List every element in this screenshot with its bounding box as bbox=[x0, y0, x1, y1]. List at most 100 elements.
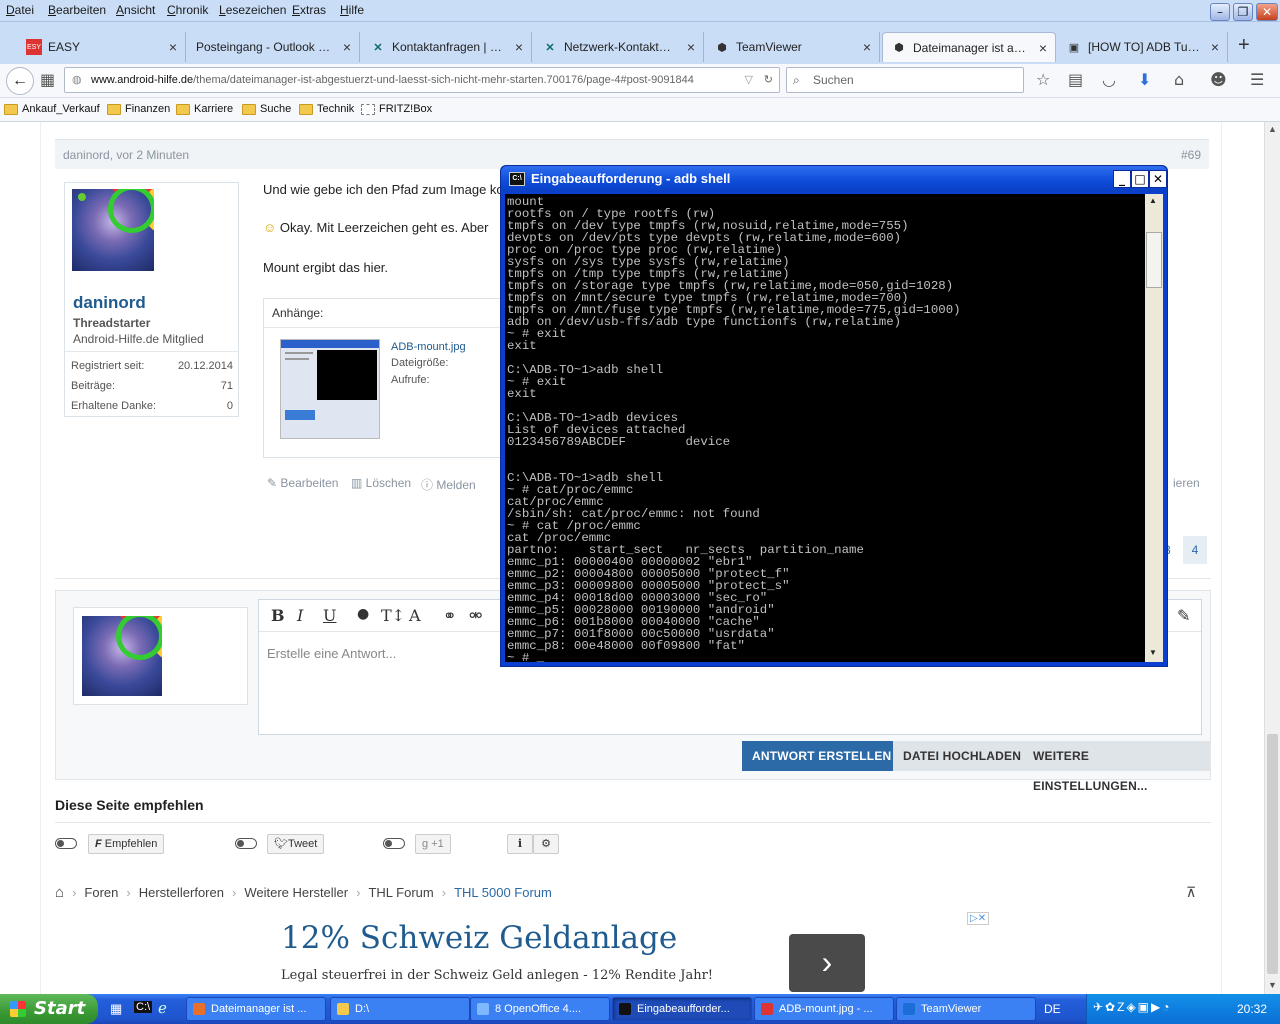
breadcrumb-item[interactable]: Herstellerforen bbox=[139, 885, 224, 900]
unlink-icon[interactable]: ⚮ bbox=[469, 606, 482, 625]
search-input[interactable]: ⌕ Suchen bbox=[786, 67, 1024, 93]
taskbar-task[interactable]: D:\ bbox=[330, 997, 470, 1021]
download-icon[interactable]: ⬇ bbox=[1138, 70, 1151, 89]
ad-title[interactable]: 12% Schweiz Geldanlage bbox=[281, 920, 677, 956]
bookmark-technik[interactable]: Technik bbox=[299, 103, 354, 115]
tab-close-icon[interactable]: × bbox=[169, 39, 177, 55]
breadcrumb-item-current[interactable]: THL 5000 Forum bbox=[454, 885, 552, 900]
italic-icon[interactable]: I bbox=[297, 606, 303, 625]
reading-list-icon[interactable]: ▤ bbox=[1068, 70, 1083, 89]
taskbar-task[interactable]: TeamViewer bbox=[896, 997, 1036, 1021]
back-icon[interactable]: ← bbox=[6, 67, 34, 95]
console-output[interactable]: mount rootfs on / type rootfs (rw) tmpfs o… bbox=[505, 194, 1145, 662]
breadcrumb-item[interactable]: Foren bbox=[84, 885, 118, 900]
language-indicator[interactable]: DE bbox=[1044, 1002, 1061, 1016]
taskbar-task[interactable]: 8 OpenOffice 4.... bbox=[470, 997, 610, 1021]
cmd-window[interactable]: C:\ Eingabeaufforderung - adb shell _ □ … bbox=[500, 165, 1168, 667]
home-icon[interactable]: ⌂ bbox=[1174, 70, 1184, 89]
scroll-up-icon[interactable]: ▲ bbox=[1268, 124, 1277, 134]
post-reply-button[interactable]: ANTWORT ERSTELLEN bbox=[742, 741, 902, 771]
tab-close-icon[interactable]: × bbox=[1211, 39, 1219, 55]
upload-file-button[interactable]: DATEI HOCHLADEN bbox=[893, 741, 1032, 771]
post-number[interactable]: #69 bbox=[1181, 148, 1201, 162]
text-color-icon[interactable]: ● bbox=[357, 606, 369, 622]
twitter-toggle[interactable] bbox=[235, 838, 257, 849]
gplus-toggle[interactable] bbox=[383, 838, 405, 849]
bookmark-ankauf[interactable]: Ankauf_Verkauf bbox=[4, 103, 100, 115]
advertisement[interactable]: 12% Schweiz Geldanlage Legal steuerfrei … bbox=[281, 912, 1001, 994]
ad-next-arrow-icon[interactable]: › bbox=[789, 934, 865, 992]
bookmark-finanzen[interactable]: Finanzen bbox=[107, 103, 170, 115]
underline-icon[interactable]: U bbox=[323, 606, 336, 625]
cmd-titlebar[interactable]: C:\ Eingabeaufforderung - adb shell _ □ … bbox=[501, 166, 1167, 192]
scroll-up-icon[interactable]: ▲ bbox=[1149, 196, 1157, 205]
url-dropdown-icon[interactable]: ▽ bbox=[740, 68, 753, 92]
menu-lesezeichen[interactable]: Lesezeichen bbox=[219, 3, 286, 17]
tab-close-icon[interactable]: × bbox=[343, 39, 351, 55]
hamburger-menu-icon[interactable]: ☰ bbox=[1250, 70, 1264, 89]
scroll-thumb[interactable] bbox=[1146, 232, 1162, 288]
tab-teamviewer[interactable]: ⬢ TeamViewer × bbox=[706, 32, 880, 62]
tab-close-icon[interactable]: × bbox=[1039, 40, 1047, 56]
font-size-icon[interactable]: T↕ bbox=[381, 606, 405, 625]
facebook-toggle[interactable] bbox=[55, 838, 77, 849]
username[interactable]: daninord bbox=[73, 293, 146, 313]
tray-icons[interactable]: ✈✿Z◈▣▶◔ bbox=[1093, 1000, 1171, 1014]
tab-adb-tutorial[interactable]: ▣ [HOW TO] ADB Tutori... × bbox=[1058, 32, 1228, 62]
tab-xing-network[interactable]: ✕ Netzwerk-Kontaktpart... × bbox=[534, 32, 704, 62]
delete-button[interactable]: ▥ Löschen bbox=[351, 476, 411, 490]
pocket-icon[interactable]: ◡ bbox=[1102, 70, 1116, 89]
cmd-quicklaunch-icon[interactable]: C:\ bbox=[134, 1001, 153, 1013]
breadcrumb-item[interactable]: THL Forum bbox=[368, 885, 433, 900]
settings-gear-icon[interactable]: ⚙ bbox=[533, 834, 559, 854]
tab-dateimanager[interactable]: ⬢ Dateimanager ist abg... × bbox=[882, 32, 1056, 62]
link-icon[interactable]: ⚭ bbox=[443, 606, 456, 625]
tab-easy[interactable]: ESY EASY × bbox=[18, 32, 186, 62]
show-desktop-icon[interactable]: ▦ bbox=[110, 1001, 122, 1017]
wrench-icon[interactable]: ✎ bbox=[1177, 606, 1190, 625]
cmd-minimize-icon[interactable]: _ bbox=[1113, 170, 1131, 188]
avatar[interactable] bbox=[72, 189, 154, 271]
bold-icon[interactable]: B bbox=[271, 606, 285, 625]
menu-ansicht[interactable]: Ansicht bbox=[116, 3, 155, 17]
gplus-button[interactable]: g +1 bbox=[415, 834, 451, 854]
window-close-icon[interactable]: ✕ bbox=[1256, 3, 1278, 21]
breadcrumb-item[interactable]: Weitere Hersteller bbox=[244, 885, 348, 900]
report-button[interactable]: ⓘ Melden bbox=[421, 476, 476, 493]
font-family-icon[interactable]: A bbox=[409, 606, 421, 625]
tab-close-icon[interactable]: × bbox=[863, 39, 871, 55]
action-partial[interactable]: ieren bbox=[1173, 476, 1200, 490]
bookmark-star-icon[interactable]: ☆ bbox=[1036, 70, 1050, 89]
menu-hilfe[interactable]: Hilfe bbox=[340, 3, 364, 17]
menu-bearbeiten[interactable]: Bearbeiten bbox=[48, 3, 106, 17]
cmd-scrollbar[interactable]: ▲ ▼ bbox=[1145, 194, 1163, 662]
tab-close-icon[interactable]: × bbox=[687, 39, 695, 55]
cmd-maximize-icon[interactable]: □ bbox=[1131, 170, 1149, 188]
scroll-down-icon[interactable]: ▼ bbox=[1268, 980, 1277, 990]
clock[interactable]: 20:32 bbox=[1237, 1002, 1267, 1016]
reload-icon[interactable]: ↻ bbox=[763, 68, 773, 92]
menu-extras[interactable]: Extras bbox=[292, 3, 326, 17]
sitemap-icon[interactable]: ⊼ bbox=[1186, 884, 1196, 901]
bookmark-karriere[interactable]: Karriere bbox=[176, 103, 233, 115]
home-icon[interactable]: ⌂ bbox=[55, 884, 64, 901]
tweet-button[interactable]: 🐦︎Tweet bbox=[267, 834, 325, 854]
scroll-down-icon[interactable]: ▼ bbox=[1149, 648, 1157, 657]
more-options-button[interactable]: WEITERE EINSTELLUNGEN... bbox=[1023, 741, 1210, 793]
taskbar-task[interactable]: Dateimanager ist ... bbox=[186, 997, 326, 1021]
info-icon[interactable]: i bbox=[507, 834, 533, 854]
minimize-icon[interactable]: – bbox=[1210, 3, 1230, 21]
menu-chronik[interactable]: Chronik bbox=[167, 3, 208, 17]
new-tab-icon[interactable]: + bbox=[1238, 34, 1250, 57]
taskbar-task[interactable]: ADB-mount.jpg - ... bbox=[754, 997, 894, 1021]
start-button[interactable]: Start bbox=[0, 994, 98, 1024]
bookmark-fritzbox[interactable]: FRITZ!Box bbox=[361, 103, 432, 115]
page-link-current[interactable]: 4 bbox=[1183, 536, 1207, 564]
menu-datei[interactable]: Datei bbox=[6, 3, 34, 17]
tab-close-icon[interactable]: × bbox=[515, 39, 523, 55]
edit-button[interactable]: ✎ Bearbeiten bbox=[267, 476, 338, 490]
scroll-thumb[interactable] bbox=[1267, 734, 1278, 974]
chat-icon[interactable]: ☻ bbox=[1210, 70, 1227, 89]
cmd-close-icon[interactable]: ✕ bbox=[1149, 170, 1167, 188]
tab-xing-contacts[interactable]: ✕ Kontaktanfragen | XING × bbox=[362, 32, 532, 62]
